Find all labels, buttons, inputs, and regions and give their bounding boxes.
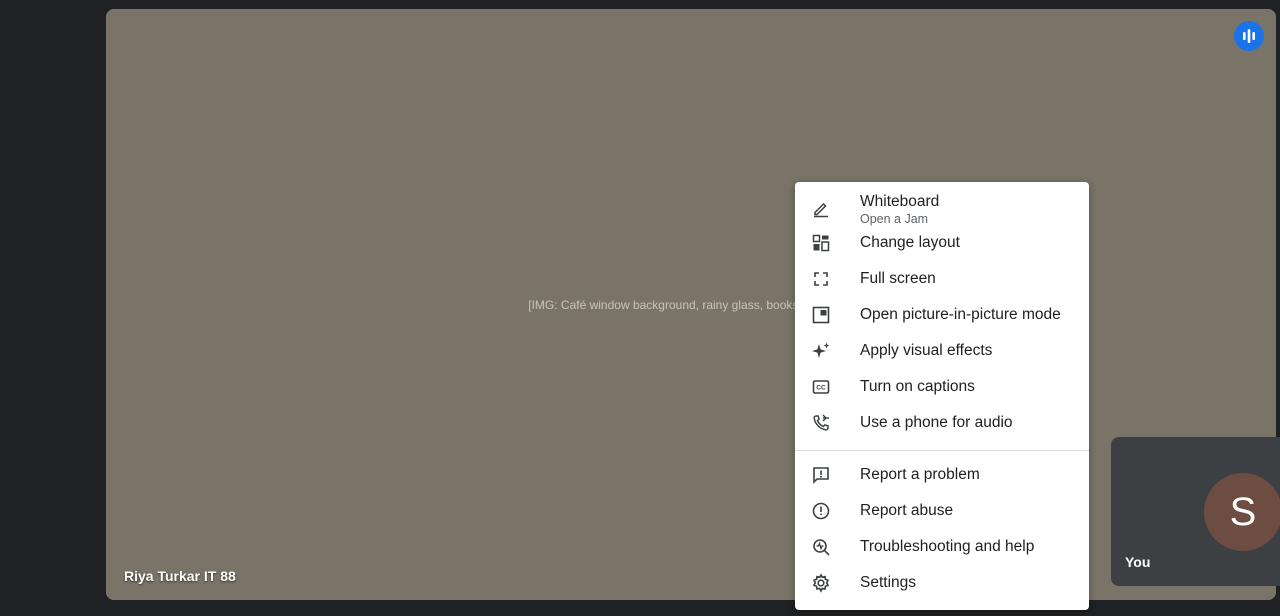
menu-item-whiteboard[interactable]: Whiteboard Open a Jam — [795, 186, 1089, 230]
self-label: You — [1125, 554, 1151, 570]
menu-item-label: Troubleshooting and help — [860, 538, 1035, 555]
speaking-indicator-icon — [1234, 21, 1264, 51]
menu-item-captions[interactable]: CC Turn on captions — [795, 370, 1089, 404]
layout-icon — [809, 231, 833, 255]
menu-item-visual-effects[interactable]: Apply visual effects — [795, 334, 1089, 368]
phone-icon — [809, 411, 833, 435]
gear-icon — [809, 571, 833, 595]
menu-item-settings[interactable]: Settings — [795, 566, 1089, 600]
feedback-icon — [809, 463, 833, 487]
video-background-image: [IMG: Café window background, rainy glas… — [106, 9, 1276, 600]
menu-item-report-problem[interactable]: Report a problem — [795, 458, 1089, 492]
menu-item-label: Settings — [860, 574, 917, 591]
menu-item-change-layout[interactable]: Change layout — [795, 226, 1089, 260]
troubleshoot-icon — [809, 535, 833, 559]
menu-item-report-abuse[interactable]: Report abuse — [795, 494, 1089, 528]
menu-item-troubleshooting[interactable]: Troubleshooting and help — [795, 530, 1089, 564]
menu-item-label: Use a phone for audio — [860, 414, 1013, 431]
participant-name: Riya Turkar IT 88 — [124, 568, 236, 584]
menu-item-sublabel: Open a Jam — [860, 212, 929, 226]
pip-icon — [809, 303, 833, 327]
avatar: S — [1204, 473, 1280, 551]
menu-item-label: Change layout — [860, 234, 960, 251]
menu-item-label: Open picture-in-picture mode — [860, 306, 1061, 323]
sparkle-icon — [809, 339, 833, 363]
menu-item-label: Apply visual effects — [860, 342, 993, 359]
menu-item-label: Turn on captions — [860, 378, 975, 395]
self-view-tile[interactable]: S You — [1111, 437, 1280, 586]
pencil-icon — [809, 196, 833, 220]
alert-icon — [809, 499, 833, 523]
menu-item-label: Full screen — [860, 270, 936, 287]
menu-item-label: Whiteboard — [860, 193, 940, 210]
menu-item-phone-audio[interactable]: Use a phone for audio — [795, 406, 1089, 440]
menu-divider — [795, 450, 1089, 451]
captions-icon: CC — [809, 375, 833, 399]
fullscreen-icon — [809, 267, 833, 291]
main-video-tile: [IMG: Café window background, rainy glas… — [106, 9, 1276, 600]
menu-item-picture-in-picture[interactable]: Open picture-in-picture mode — [795, 298, 1089, 332]
menu-item-label: Report a problem — [860, 466, 980, 483]
menu-item-label: Report abuse — [860, 502, 954, 519]
more-options-menu: Whiteboard Open a Jam Change layout Full… — [795, 182, 1089, 610]
menu-item-full-screen[interactable]: Full screen — [795, 262, 1089, 296]
svg-text:CC: CC — [816, 385, 826, 392]
